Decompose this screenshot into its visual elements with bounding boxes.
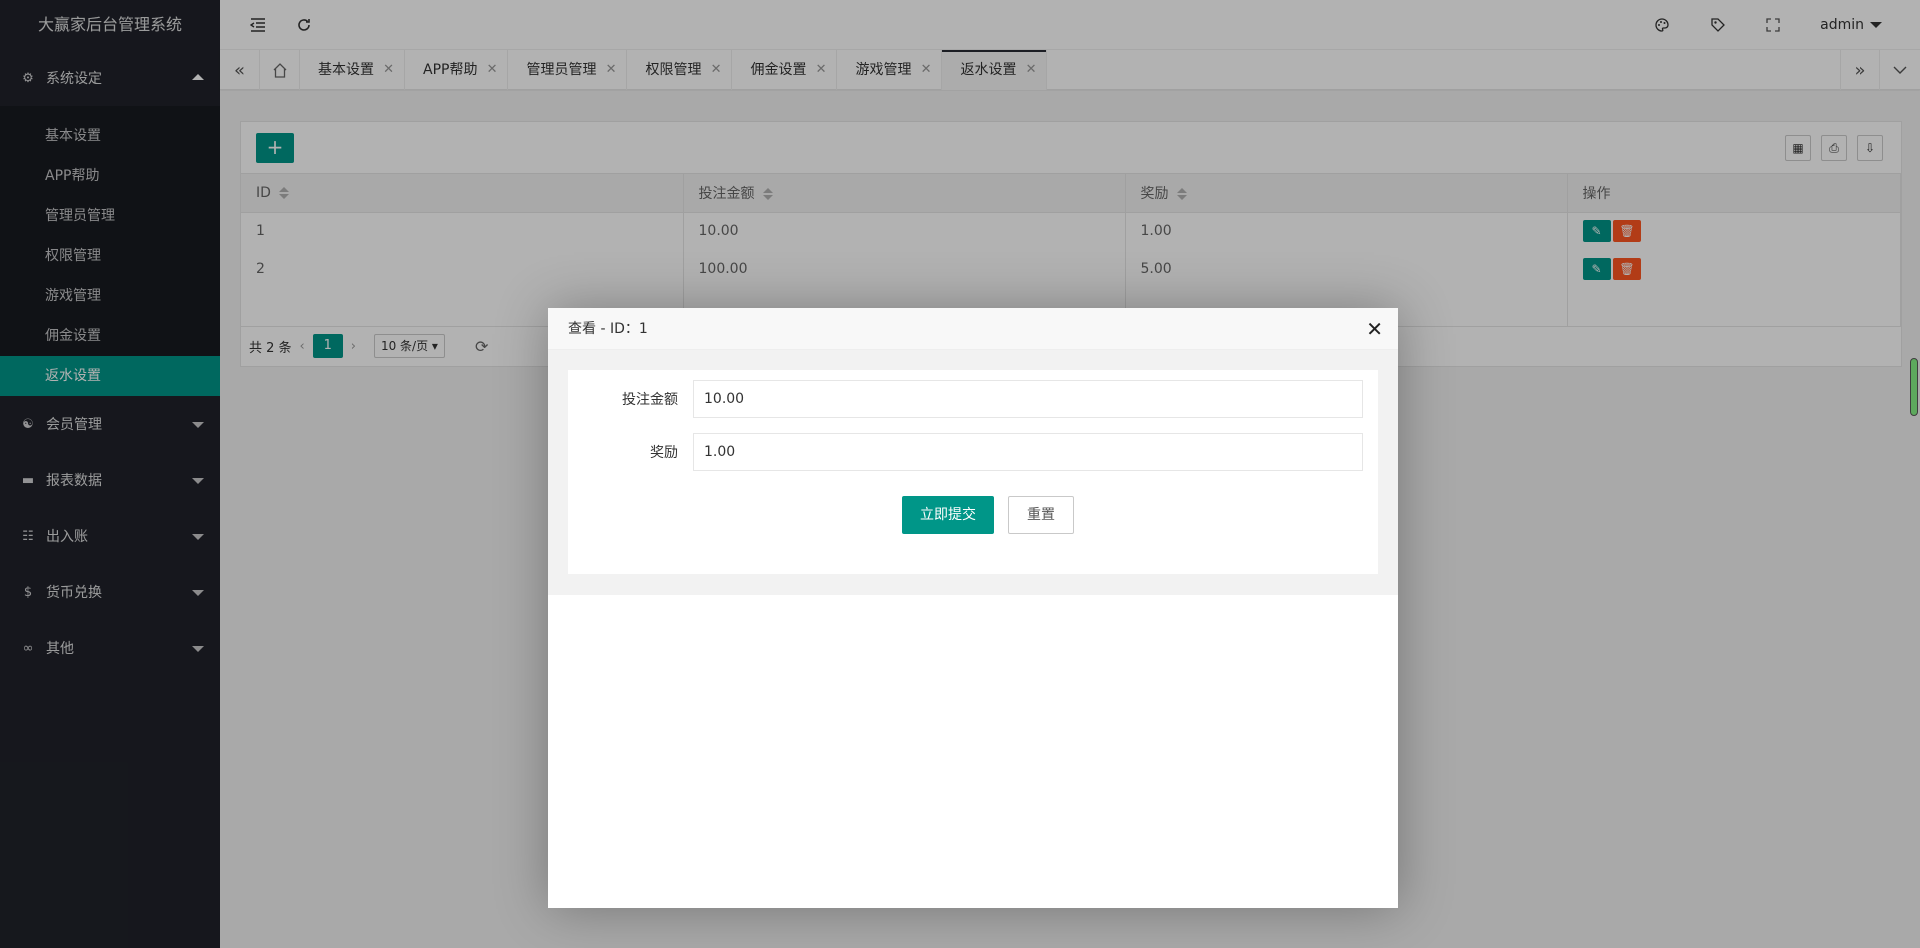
reward-field[interactable]: 1.00 [693,433,1363,471]
form-buttons: 立即提交 重置 [568,496,1378,534]
view-dialog: 查看 - ID：1 ✕ 投注金额 10.00 奖励 1.00 立即提交 重置 [548,308,1398,908]
edit-form: 投注金额 10.00 奖励 1.00 立即提交 重置 [568,370,1378,574]
amount-field[interactable]: 10.00 [693,380,1363,418]
field-label: 投注金额 [622,392,678,408]
reset-button[interactable]: 重置 [1008,496,1074,534]
dialog-body: 投注金额 10.00 奖励 1.00 立即提交 重置 [548,350,1398,595]
field-label: 奖励 [650,445,678,461]
form-row-amount: 投注金额 10.00 [568,380,1378,418]
dialog-header: 查看 - ID：1 ✕ [548,308,1398,350]
submit-button[interactable]: 立即提交 [902,496,994,534]
close-icon[interactable]: ✕ [1366,308,1383,350]
scrollbar-thumb[interactable] [1910,358,1918,416]
dialog-title: 查看 - ID：1 [568,321,648,337]
form-row-reward: 奖励 1.00 [568,433,1378,471]
